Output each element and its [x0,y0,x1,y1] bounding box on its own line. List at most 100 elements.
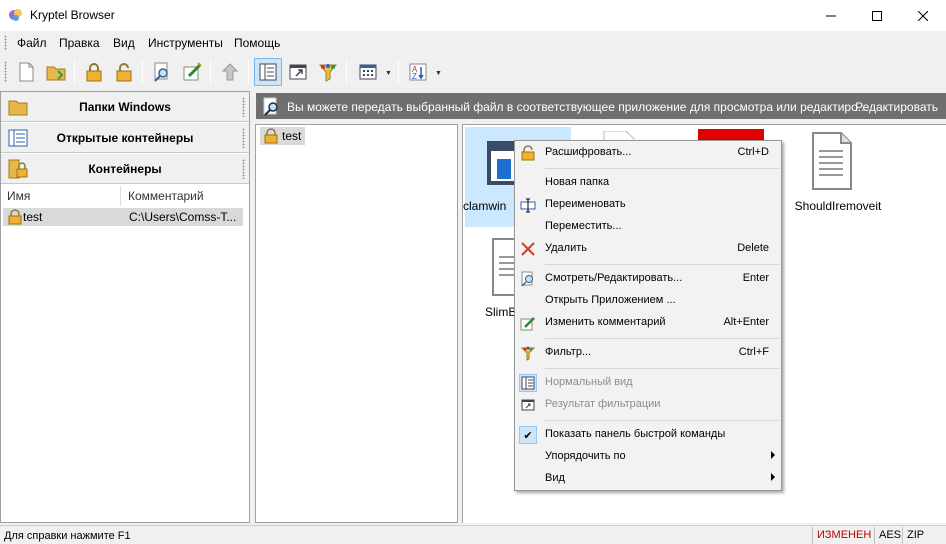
ctx-decrypt[interactable]: Расшифровать... Ctrl+D [515,142,781,164]
ctx-label: Вид [545,472,565,484]
menu-bar: Файл Правка Вид Инструменты Помощь [0,32,946,54]
filter-result-icon [519,396,537,414]
kryptel-app-icon [9,9,22,21]
folder-icon [8,100,28,116]
view-mode-button[interactable] [354,58,382,86]
ctx-shortcut: Alt+Enter [723,316,769,328]
container-row[interactable]: test C:\Users\Comss-T... [3,208,243,226]
ctx-open-with[interactable]: Открыть Приложением ... [515,290,781,312]
nav-grip [242,97,245,117]
edit-comment-icon [519,314,537,332]
ctx-label: Нормальный вид [545,376,633,388]
containers-icon [8,159,28,179]
nav-containers-label: Контейнеры [88,161,162,176]
toolbar-separator [210,60,211,84]
up-button[interactable] [216,58,244,86]
menu-view[interactable]: Вид [113,36,135,50]
quick-command-text: Вы можете передать выбранный файл в соот… [287,100,868,114]
file-item[interactable]: ShouldIremoveit [785,127,891,227]
view-mode-dropdown-icon[interactable]: ▼ [385,70,392,77]
text-file-icon [812,132,852,190]
ctx-label: Фильтр... [545,346,592,358]
status-compression: ZIP [902,527,928,544]
new-file-button[interactable] [12,58,40,86]
ctx-view[interactable]: Вид [515,468,781,490]
tree-item-root[interactable]: test [260,127,306,145]
toolbar: ▼ AZ ▼ [0,55,946,89]
normal-view-button[interactable] [254,58,282,86]
edit-action-link[interactable]: Редактировать [855,100,938,114]
file-name: clamwin [463,199,507,213]
status-cipher: AES [874,527,905,544]
menu-file[interactable]: Файл [17,36,47,50]
nav-containers[interactable]: Контейнеры [1,154,249,184]
maximize-button[interactable] [854,0,900,31]
maximize-icon [872,10,882,21]
ctx-label: Открыть Приложением ... [545,294,676,306]
view-edit-icon [519,270,537,288]
ctx-label: Переместить... [545,220,622,232]
toolbar-separator [74,60,75,84]
sort-dropdown-icon[interactable]: ▼ [435,70,442,77]
ctx-filter-result[interactable]: Результат фильтрации [515,394,781,416]
ctx-filter[interactable]: Фильтр... Ctrl+F [515,342,781,364]
status-modified: ИЗМЕНЕН [812,527,875,544]
ctx-shortcut: Delete [737,242,769,254]
menu-edit[interactable]: Правка [59,36,100,50]
ctx-rename[interactable]: Переименовать [515,194,781,216]
view-edit-icon [263,97,278,116]
view-edit-button[interactable] [148,58,176,86]
ctx-label: Упорядочить по [545,450,626,462]
minimize-button[interactable] [808,0,854,31]
nav-grip [242,128,245,148]
ctx-edit-comment[interactable]: Изменить комментарий Alt+Enter [515,312,781,334]
ctx-new-folder[interactable]: Новая папка [515,172,781,194]
ctx-sort-by[interactable]: Упорядочить по [515,446,781,468]
ctx-view-edit[interactable]: Смотреть/Редактировать... Enter [515,268,781,290]
open-folder-button[interactable] [42,58,70,86]
ctx-separator [545,368,779,369]
ctx-show-quick-command[interactable]: ✔ Показать панель быстрой команды [515,424,781,446]
title-bar: Kryptel Browser [0,0,946,31]
toolbar-grip[interactable] [4,61,7,83]
ctx-move[interactable]: Переместить... [515,216,781,238]
lock-button[interactable] [80,58,108,86]
up-arrow-icon [221,63,239,81]
submenu-arrow-icon [771,451,775,459]
filter-icon [519,344,537,362]
ctx-label: Результат фильтрации [545,398,661,410]
toolbar-separator [248,60,249,84]
filter-button[interactable] [314,58,342,86]
lock-icon [264,128,278,144]
nav-windows-folders[interactable]: Папки Windows [1,92,249,122]
quick-command-bar: Вы можете передать выбранный файл в соот… [256,93,946,119]
ctx-separator [545,168,779,169]
ctx-normal-view[interactable]: Нормальный вид [515,372,781,394]
container-name: test [23,210,43,224]
close-button[interactable] [900,0,946,31]
normal-view-icon [259,63,277,81]
view-edit-icon [154,62,168,82]
ctx-delete[interactable]: Удалить Delete [515,238,781,260]
edit-comment-button[interactable] [178,58,206,86]
toolbar-separator [398,60,399,84]
menu-grip[interactable] [4,35,7,51]
filter-result-button[interactable] [284,58,312,86]
minimize-icon [826,15,836,16]
menu-help[interactable]: Помощь [234,36,280,50]
column-header-comment[interactable]: Комментарий [122,186,242,206]
status-help-text: Для справки нажмите F1 [4,530,131,542]
nav-grip [242,159,245,179]
nav-open-containers[interactable]: Открытые контейнеры [1,123,249,153]
menu-tools[interactable]: Инструменты [148,36,223,50]
column-header-name[interactable]: Имя [1,186,121,206]
ctx-label: Смотреть/Редактировать... [545,272,683,284]
sort-button[interactable]: AZ [404,58,432,86]
ctx-label: Новая папка [545,176,610,188]
unlock-icon [519,144,537,162]
unlock-button[interactable] [110,58,138,86]
toolbar-separator [142,60,143,84]
ctx-shortcut: Enter [742,272,769,284]
window-title: Kryptel Browser [30,8,115,22]
submenu-arrow-icon [771,473,775,481]
